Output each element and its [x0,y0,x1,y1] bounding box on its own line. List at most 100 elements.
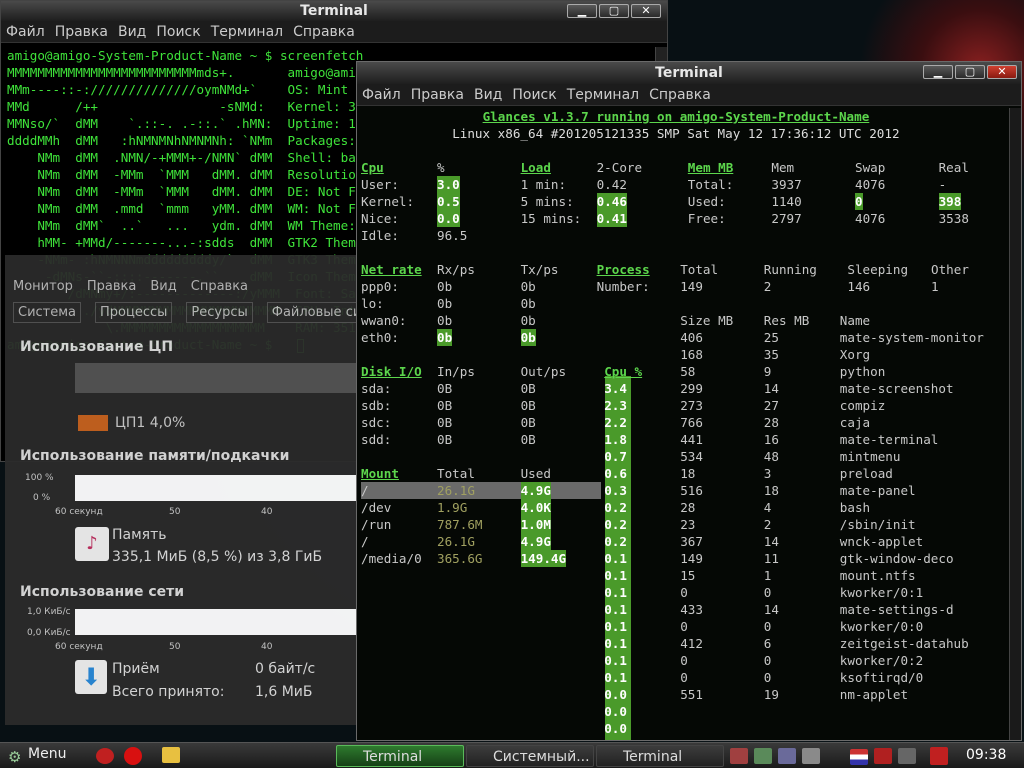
process-size: 766 [680,415,703,430]
menu-item[interactable]: Поиск [512,87,556,103]
axis-label: 100 % [25,473,54,483]
taskbar-item-terminal-2[interactable]: Terminal [596,745,724,767]
process-res: 4 [763,500,772,515]
sysmon-menu-item[interactable]: Правка [87,279,136,294]
memory-pie-icon[interactable]: ♪ [75,527,109,561]
sysmon-menu-item[interactable]: Монитор [13,279,73,294]
tab-1[interactable]: Процессы [95,302,173,323]
minimize-button[interactable]: ▁ [567,4,597,18]
menu-item[interactable]: Поиск [156,24,200,40]
mount-row-label: /dev [361,500,392,515]
maximize-button[interactable]: ▢ [955,65,985,79]
process-number-value: 2 [763,279,772,294]
process-size: 433 [680,602,703,617]
menu-item[interactable]: Терминал [211,24,283,40]
res-col-heading: Res MB [763,313,810,328]
menu-item[interactable]: Терминал [567,87,639,103]
close-button[interactable]: ✕ [987,65,1017,79]
menu-item[interactable]: Справка [293,24,355,40]
menu-item[interactable]: Вид [474,87,502,103]
process-res: 18 [763,483,779,498]
tab-0[interactable]: Система [13,302,82,323]
mount-row-used: 1.0M [520,516,551,533]
process-res: 0 [763,670,772,685]
network-icon[interactable] [874,748,892,764]
mem-heading: Mem MB [687,160,734,175]
sysmon-menu-item[interactable]: Вид [150,279,176,294]
mem-row-value: 4076 [855,177,886,192]
process-name: ksoftirqd/0 [839,670,924,685]
mount-row-used: 4.0K [520,499,551,516]
tab-2[interactable]: Ресурсы [186,302,253,323]
menu-item[interactable]: Файл [6,24,45,40]
net-row-value: 0b [520,279,536,294]
disk-row-value: 0B [520,398,536,413]
process-cpu: 2.3 [604,398,627,413]
menu-item[interactable]: Справка [649,87,711,103]
gear-icon: ⚙ [8,748,22,766]
mount-row-total: 1.9G [437,500,468,515]
load-row-label: 5 mins: [520,194,574,209]
arrow-down-icon[interactable]: ⬇ [75,660,107,694]
opera-icon[interactable] [124,747,142,765]
process-res: 0 [763,619,772,634]
cpu-row-value: 0.5 [437,193,460,210]
glances-output[interactable]: Glances v1.3.7 running on amigo-System-P… [361,108,1007,740]
minimize-button[interactable]: ▁ [923,65,953,79]
process-size: 18 [680,466,696,481]
tray-icon[interactable] [802,748,820,764]
tray-icon[interactable] [730,748,748,764]
process-col-heading: Running [763,262,817,277]
tray-icon[interactable] [754,748,772,764]
process-cpu: 0.1 [604,551,627,566]
menu-item[interactable]: Правка [411,87,464,103]
menubar: Файл Правка Вид Поиск Терминал Справка [1,21,667,43]
close-button[interactable]: ✕ [631,4,661,18]
mount-used-heading: Used [520,466,551,481]
clock[interactable]: 09:38 [966,747,1006,763]
maximize-button[interactable]: ▢ [599,4,629,18]
menu-item[interactable]: Правка [55,24,108,40]
process-size: 406 [680,330,703,345]
disk-row-value: 0B [520,415,536,430]
scrollbar[interactable] [1009,108,1021,740]
taskbar-item-sysmon[interactable]: Системный... [466,745,594,767]
process-name: python [839,364,886,379]
cpu-row-label: Nice: [361,211,399,226]
menubar: Файл Правка Вид Поиск Терминал Справка [357,84,1021,106]
sysmon-menu-item[interactable]: Справка [191,279,248,294]
mount-row-used: 4.9G [520,482,551,499]
disk-row-value: 0B [437,381,453,396]
mount-row-total: 787.6M [437,517,483,532]
process-name: mintmenu [839,449,901,464]
mount-row-total: 365.6G [437,551,483,566]
cpu-pct-heading: % [437,160,445,175]
menu-item[interactable]: Файл [362,87,401,103]
process-cpu: 0.1 [604,670,627,685]
volume-icon[interactable] [898,748,916,764]
process-res: 1 [763,568,772,583]
process-name: compiz [839,398,886,413]
folder-icon[interactable] [162,747,180,763]
launcher-icon[interactable] [96,748,114,764]
keyboard-layout-flag-icon[interactable] [850,749,868,765]
process-res: 16 [763,432,779,447]
process-size: 28 [680,500,696,515]
mem-row-value: 3538 [938,211,969,226]
tray-icon[interactable] [778,748,796,764]
disk-row-value: 0B [437,398,453,413]
mem-row-value: 4076 [855,211,886,226]
process-cpu: 0.2 [604,534,627,549]
mount-row-total: 26.1G [437,534,475,549]
cpu1-color-icon[interactable] [78,415,108,431]
disk-row-value: 0B [437,432,453,447]
axis-label: 0,0 КиБ/с [27,628,71,638]
process-number-label: Number: [596,279,650,294]
battery-icon[interactable] [930,747,948,765]
menu-button[interactable]: Menu [28,746,66,762]
taskbar-item-terminal[interactable]: Terminal [336,745,464,767]
terminal-window-glances[interactable]: Terminal ▁ ▢ ✕ Файл Правка Вид Поиск Термина… [356,61,1022,741]
cpu1-label: ЦП1 4,0% [115,415,186,431]
menu-item[interactable]: Вид [118,24,146,40]
mount-row-label: /run [361,517,392,532]
